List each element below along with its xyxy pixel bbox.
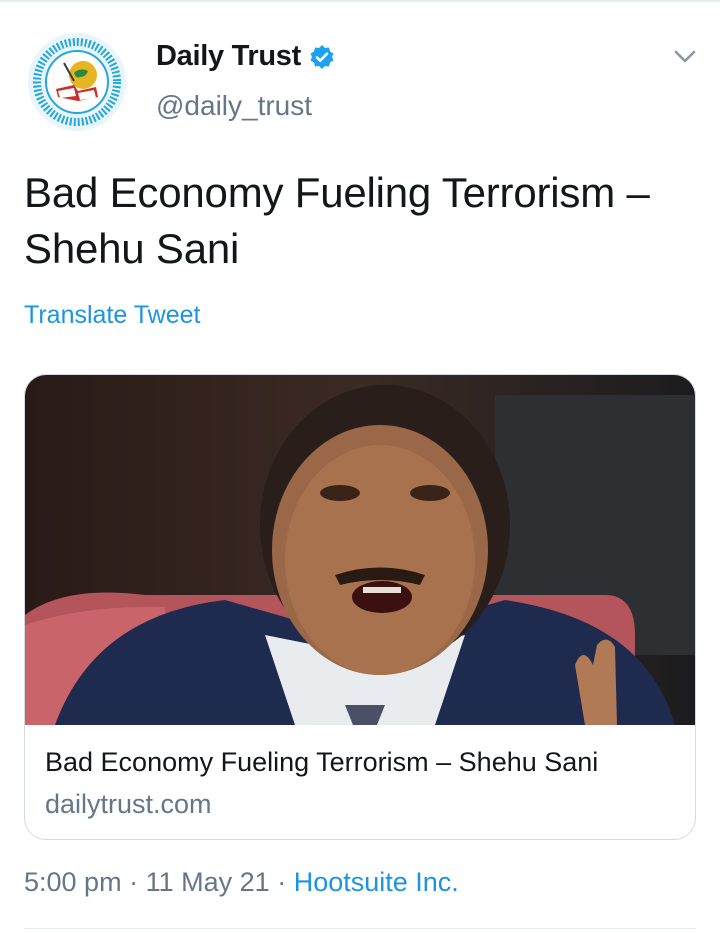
card-domain: dailytrust.com	[45, 789, 212, 819]
tweet-text-line: Bad Economy Fueling Terrorism –	[24, 169, 650, 216]
display-name[interactable]: Daily Trust	[156, 40, 301, 73]
card-title[interactable]: Bad Economy Fueling Terrorism – Shehu Sa…	[45, 747, 598, 778]
account-handle[interactable]: @daily_trust	[156, 90, 312, 122]
tweet-source-link[interactable]: Hootsuite Inc.	[294, 867, 459, 897]
avatar[interactable]	[28, 33, 126, 131]
meta-separator: ·	[129, 867, 139, 897]
meta-separator: ·	[277, 867, 287, 897]
tweet-text-line: Shehu Sani	[24, 225, 240, 272]
daily-trust-logo-icon	[28, 33, 126, 131]
translate-tweet-link[interactable]: Translate Tweet	[24, 301, 200, 330]
top-divider	[0, 0, 720, 2]
link-preview-card[interactable]: Bad Economy Fueling Terrorism – Shehu Sa…	[24, 374, 696, 840]
tweet-date[interactable]: 11 May 21	[146, 867, 270, 897]
account-name-row[interactable]: Daily Trust	[156, 40, 335, 73]
tweet-time[interactable]: 5:00 pm	[24, 867, 122, 897]
chevron-down-icon[interactable]	[670, 44, 700, 68]
verified-badge-icon	[309, 44, 335, 70]
tweet-text: Bad Economy Fueling Terrorism – Shehu Sa…	[24, 165, 704, 277]
card-photo	[25, 375, 695, 725]
bottom-divider	[24, 928, 696, 929]
tweet-meta: 5:00 pm · 11 May 21 · Hootsuite Inc.	[24, 867, 459, 898]
